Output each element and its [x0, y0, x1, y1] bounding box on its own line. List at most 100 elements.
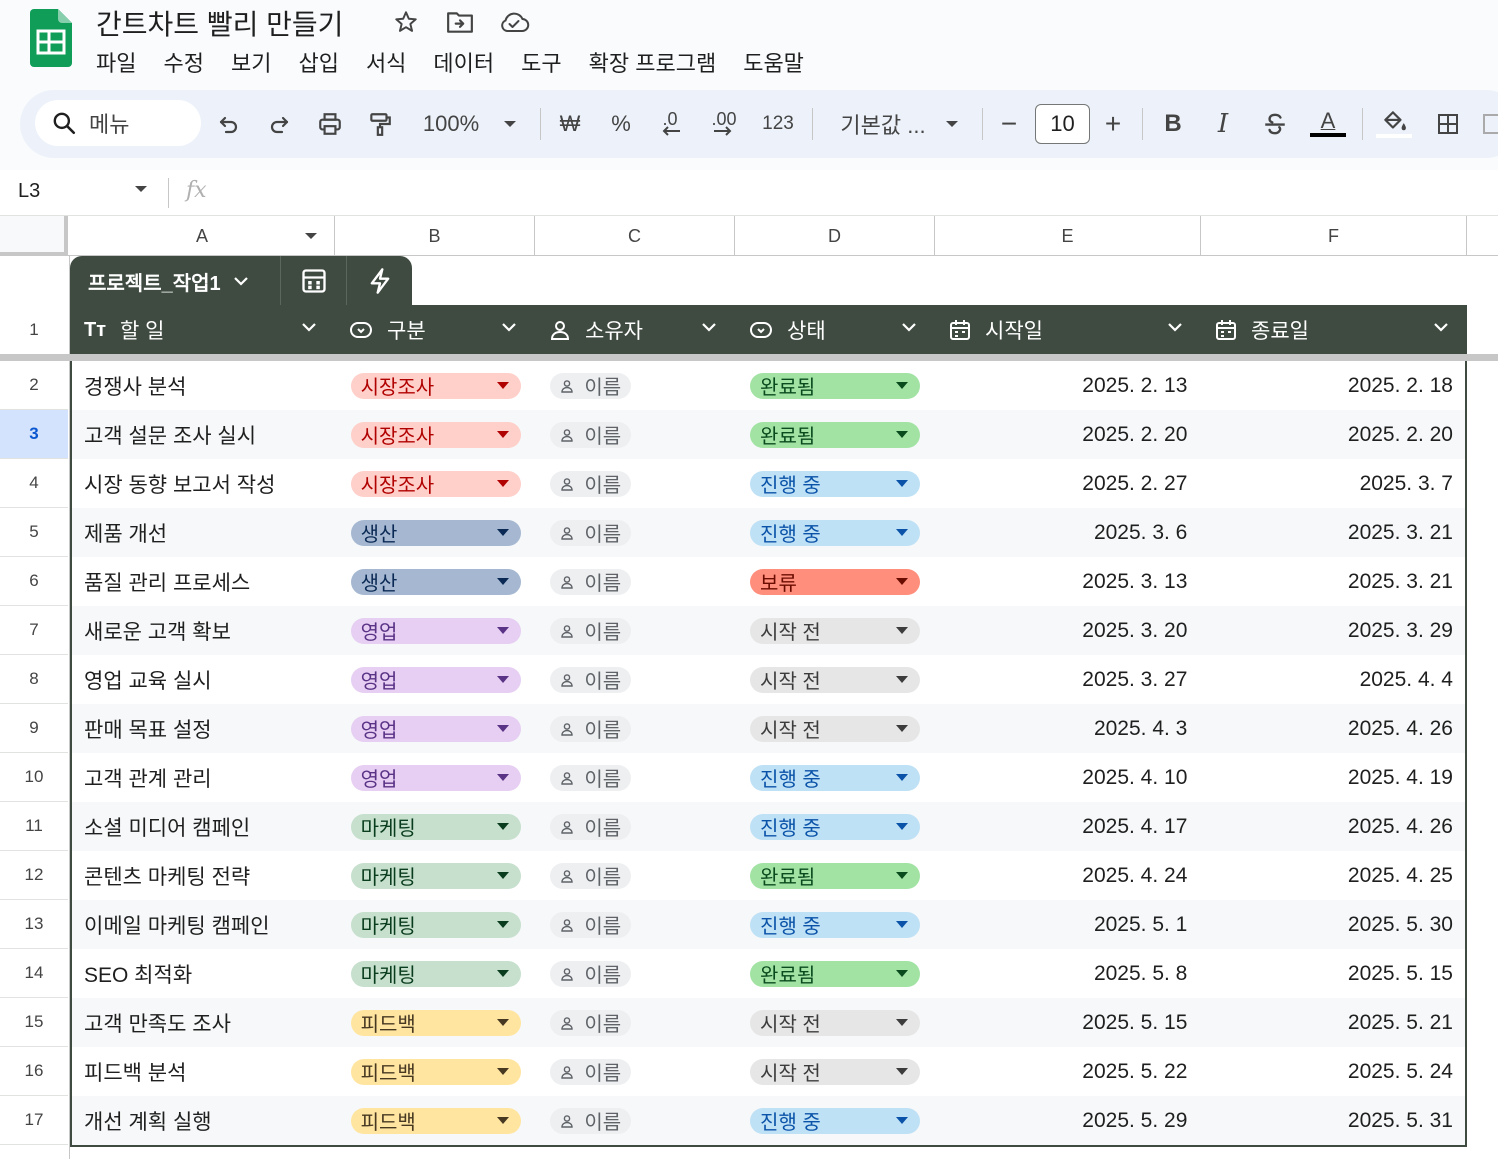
font-size-input[interactable]: 10	[1035, 104, 1090, 144]
row-header[interactable]: 14	[0, 949, 68, 998]
status-chip[interactable]: 진행 중	[750, 1107, 921, 1134]
category-cell[interactable]: 마케팅	[335, 949, 535, 998]
status-cell[interactable]: 진행 중	[734, 802, 934, 851]
chevron-down-icon[interactable]	[501, 322, 517, 332]
row-header[interactable]: 3	[0, 410, 68, 459]
start-date-cell[interactable]: 2025. 3. 27	[934, 655, 1200, 704]
category-chip[interactable]: 영업	[350, 617, 521, 644]
status-cell[interactable]: 진행 중	[734, 1096, 934, 1145]
menu-file[interactable]: 파일	[96, 46, 136, 78]
category-cell[interactable]: 피드백	[335, 1096, 535, 1145]
end-date-cell[interactable]: 2025. 3. 21	[1199, 557, 1465, 606]
row-header[interactable]: 10	[0, 753, 68, 802]
star-icon[interactable]	[390, 6, 422, 38]
status-cell[interactable]: 시작 전	[734, 704, 934, 753]
undo-button[interactable]	[212, 102, 246, 146]
column-header-e[interactable]: E	[935, 216, 1201, 256]
start-date-cell[interactable]: 2025. 4. 10	[934, 753, 1200, 802]
column-header-f[interactable]: F	[1201, 216, 1467, 256]
status-cell[interactable]: 시작 전	[734, 1047, 934, 1096]
task-cell[interactable]: 개선 계획 실행	[72, 1096, 335, 1145]
column-header-a[interactable]: A	[70, 216, 335, 256]
name-box[interactable]: L3	[18, 180, 40, 203]
sheets-logo-icon[interactable]	[30, 9, 72, 67]
borders-button[interactable]	[1430, 102, 1466, 146]
row-header[interactable]: 8	[0, 655, 68, 704]
column-header-d[interactable]: D	[735, 216, 935, 256]
owner-chip[interactable]: 이름	[550, 421, 632, 448]
select-all-corner[interactable]	[0, 216, 68, 256]
task-cell[interactable]: 고객 설문 조사 실시	[72, 410, 335, 459]
owner-chip[interactable]: 이름	[550, 1107, 632, 1134]
category-cell[interactable]: 시장조사	[335, 361, 535, 410]
end-date-cell[interactable]: 2025. 5. 21	[1199, 998, 1465, 1047]
category-chip[interactable]: 시장조사	[350, 372, 521, 399]
end-date-cell[interactable]: 2025. 4. 25	[1199, 851, 1465, 900]
status-cell[interactable]: 진행 중	[734, 459, 934, 508]
task-cell[interactable]: 판매 목표 설정	[72, 704, 335, 753]
end-date-cell[interactable]: 2025. 4. 26	[1199, 802, 1465, 851]
row-header[interactable]: 7	[0, 606, 68, 655]
status-chip[interactable]: 진행 중	[750, 911, 921, 938]
task-cell[interactable]: 고객 관계 관리	[72, 753, 335, 802]
task-cell[interactable]: 소셜 미디어 캠페인	[72, 802, 335, 851]
row-header[interactable]: 4	[0, 459, 68, 508]
menu-view[interactable]: 보기	[231, 46, 271, 78]
status-chip[interactable]: 진행 중	[750, 764, 921, 791]
category-chip[interactable]: 마케팅	[350, 960, 521, 987]
end-date-cell[interactable]: 2025. 2. 20	[1199, 410, 1465, 459]
increase-decimal-button[interactable]: .00	[702, 102, 746, 146]
owner-chip[interactable]: 이름	[550, 470, 632, 497]
task-cell[interactable]: 이메일 마케팅 캠페인	[72, 900, 335, 949]
owner-cell[interactable]: 이름	[534, 900, 734, 949]
status-chip[interactable]: 시작 전	[750, 1009, 921, 1036]
row-header[interactable]: 16	[0, 1047, 68, 1096]
status-chip[interactable]: 진행 중	[750, 519, 921, 546]
menu-edit[interactable]: 수정	[163, 46, 203, 78]
text-color-button[interactable]: A	[1308, 102, 1348, 146]
owner-cell[interactable]: 이름	[534, 1047, 734, 1096]
start-date-cell[interactable]: 2025. 2. 13	[934, 361, 1200, 410]
chevron-down-icon[interactable]	[301, 322, 317, 332]
owner-chip[interactable]: 이름	[550, 764, 632, 791]
owner-cell[interactable]: 이름	[534, 949, 734, 998]
owner-chip[interactable]: 이름	[550, 911, 632, 938]
task-cell[interactable]: 콘텐츠 마케팅 전략	[72, 851, 335, 900]
row-header[interactable]: 13	[0, 900, 68, 949]
owner-cell[interactable]: 이름	[534, 998, 734, 1047]
italic-button[interactable]: I	[1206, 102, 1240, 146]
end-date-cell[interactable]: 2025. 5. 30	[1199, 900, 1465, 949]
owner-chip[interactable]: 이름	[550, 1009, 632, 1036]
chevron-down-icon[interactable]	[1167, 322, 1183, 332]
owner-chip[interactable]: 이름	[550, 617, 632, 644]
status-chip[interactable]: 완료됨	[750, 421, 921, 448]
end-date-cell[interactable]: 2025. 4. 19	[1199, 753, 1465, 802]
status-chip[interactable]: 완료됨	[750, 862, 921, 889]
category-chip[interactable]: 영업	[350, 666, 521, 693]
zoom-select[interactable]: 100%	[418, 102, 484, 146]
status-cell[interactable]: 완료됨	[734, 410, 934, 459]
paint-format-button[interactable]	[362, 102, 398, 146]
owner-cell[interactable]: 이름	[534, 508, 734, 557]
chevron-down-icon[interactable]	[901, 322, 917, 332]
owner-cell[interactable]: 이름	[534, 606, 734, 655]
owner-chip[interactable]: 이름	[550, 666, 632, 693]
status-chip[interactable]: 시작 전	[750, 666, 921, 693]
table-calculate-button[interactable]	[280, 256, 346, 306]
category-cell[interactable]: 마케팅	[335, 900, 535, 949]
category-chip[interactable]: 시장조사	[350, 470, 521, 497]
owner-chip[interactable]: 이름	[550, 715, 632, 742]
status-cell[interactable]: 진행 중	[734, 508, 934, 557]
row-header[interactable]: 2	[0, 361, 68, 410]
menu-format[interactable]: 서식	[366, 46, 406, 78]
owner-cell[interactable]: 이름	[534, 1096, 734, 1145]
end-date-cell[interactable]: 2025. 3. 21	[1199, 508, 1465, 557]
category-cell[interactable]: 마케팅	[335, 802, 535, 851]
owner-cell[interactable]: 이름	[534, 557, 734, 606]
owner-chip[interactable]: 이름	[550, 813, 632, 840]
move-folder-icon[interactable]	[444, 6, 476, 38]
cloud-saved-icon[interactable]	[498, 6, 530, 38]
category-chip[interactable]: 영업	[350, 764, 521, 791]
freeze-divider[interactable]	[0, 354, 1498, 361]
status-chip[interactable]: 진행 중	[750, 813, 921, 840]
